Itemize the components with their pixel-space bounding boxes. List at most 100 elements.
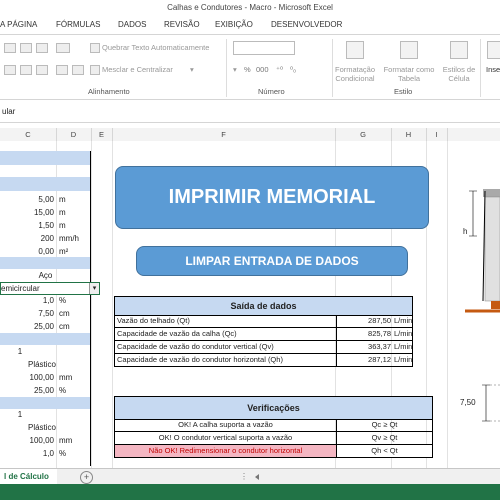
check-row: OK! O condutor vertical suporta a vazão … [114, 432, 433, 445]
wrap-text-icon[interactable] [90, 43, 100, 53]
align-bottom-icon[interactable] [36, 43, 48, 53]
column-header-c[interactable]: C [0, 128, 57, 141]
align-center-icon[interactable] [20, 65, 32, 75]
percent-button[interactable]: % [244, 65, 251, 74]
merge-icon[interactable] [90, 65, 100, 75]
formula-bar[interactable]: ular [0, 104, 500, 123]
input-unit: mm [59, 373, 73, 382]
worksheet-grid[interactable]: 5,00 m 15,00 m 1,50 m 200 mm/h 0,00 m² A… [0, 141, 500, 468]
dropdown-arrow-icon[interactable]: ▾ [89, 283, 99, 294]
number-group-label: Número [258, 87, 285, 96]
output-label: Vazão do telhado (Qt) [117, 316, 190, 325]
tab-scroll-icon[interactable]: ⋮ [240, 472, 248, 481]
input-value[interactable]: 1,50 [0, 220, 54, 232]
column-headers: C D E F G H I [0, 128, 500, 142]
currency-icon[interactable]: ▾ [233, 65, 237, 74]
cell-styles-icon[interactable] [450, 41, 468, 59]
status-bar [0, 484, 500, 500]
column-header-i[interactable]: I [426, 128, 448, 141]
styles-group-label: Estilo [394, 87, 413, 96]
merge-center-button[interactable]: Mesclar e Centralizar [102, 65, 173, 74]
conditional-format-icon[interactable] [346, 41, 364, 59]
input-value[interactable]: 100,00 [0, 435, 54, 447]
input-value[interactable]: 5,00 [0, 194, 54, 206]
tab-formulas[interactable]: FÓRMULAS [56, 16, 100, 34]
insert-icon[interactable] [487, 41, 500, 59]
output-row: Capacidade de vazão da calha (Qc) 825,78… [114, 328, 413, 341]
thousands-button[interactable]: 000 [256, 65, 269, 74]
input-value[interactable]: 25,00 [0, 385, 54, 397]
output-label: Capacidade de vazão da calha (Qc) [117, 329, 237, 338]
clear-input-button[interactable]: LIMPAR ENTRADA DE DADOS [136, 246, 408, 276]
input-unit: % [59, 296, 67, 305]
input-value[interactable]: 1,0 [0, 295, 54, 307]
input-value[interactable]: 15,00 [0, 207, 54, 219]
section-header-band [0, 257, 91, 269]
check-row: OK! A calha suporta a vazão Qc ≥ Qt [114, 419, 433, 432]
column-header-g[interactable]: G [335, 128, 392, 141]
print-memorial-button[interactable]: IMPRIMIR MEMORIAL [115, 166, 429, 229]
column-header-f[interactable]: F [112, 128, 336, 141]
input-unit: mm/h [59, 234, 79, 243]
horizontal-count[interactable]: 1 [0, 409, 40, 421]
input-value[interactable]: 0,00 [0, 246, 54, 258]
sheet-tab-bar: l de Cálculo + ⋮ [0, 468, 500, 487]
check-row-fail: Não OK! Redimensionar o condutor horizon… [114, 445, 433, 458]
input-value[interactable]: 1,0 [0, 448, 54, 460]
tab-developer[interactable]: DESENVOLVEDOR [271, 16, 342, 34]
input-value[interactable]: 100,00 [0, 372, 54, 384]
tab-data[interactable]: DADOS [118, 16, 146, 34]
align-right-icon[interactable] [36, 65, 48, 75]
cell-styles-button[interactable]: Estilos de Célula [440, 65, 478, 83]
indent-icon[interactable] [56, 65, 68, 75]
outdent-icon[interactable] [72, 65, 84, 75]
format-table-button[interactable]: Formatar como Tabela [382, 65, 436, 83]
section-header-band [0, 333, 91, 345]
output-value: 363,37 [368, 342, 391, 351]
input-unit: m² [59, 247, 69, 256]
output-value: 287,50 [368, 316, 391, 325]
increase-decimal-icon[interactable]: ⁺⁰ [276, 65, 283, 74]
input-value[interactable]: 25,00 [0, 321, 54, 333]
ribbon: Quebrar Texto Automaticamente Mesclar e … [0, 34, 500, 100]
output-value: 825,78 [368, 329, 391, 338]
align-top-icon[interactable] [4, 43, 16, 53]
output-unit: L/min [394, 342, 413, 351]
tab-view[interactable]: EXIBIÇÃO [215, 16, 253, 34]
vertical-count[interactable]: 1 [0, 346, 40, 358]
number-format-select[interactable] [233, 41, 295, 55]
input-value[interactable]: 200 [0, 233, 54, 245]
ribbon-tabs: A PÁGINA FÓRMULAS DADOS REVISÃO EXIBIÇÃO… [0, 16, 500, 34]
format-table-icon[interactable] [400, 41, 418, 59]
input-value[interactable]: 7,50 [0, 308, 54, 320]
check-message: OK! O condutor vertical suporta a vazão [158, 433, 293, 442]
decrease-decimal-icon[interactable]: ⁰₀ [290, 65, 296, 74]
check-condition: Qh < Qt [337, 445, 432, 457]
tab-page-layout[interactable]: A PÁGINA [0, 16, 37, 34]
gutter-shape-select[interactable]: emicircular ▾ [0, 282, 100, 295]
align-left-icon[interactable] [4, 65, 16, 75]
tab-review[interactable]: REVISÃO [164, 16, 200, 34]
output-row: Capacidade de vazão do condutor vertical… [114, 341, 413, 354]
output-row: Capacidade de vazão do condutor horizont… [114, 354, 413, 367]
wrap-text-button[interactable]: Quebrar Texto Automaticamente [102, 43, 209, 52]
add-sheet-icon[interactable]: + [80, 471, 93, 484]
column-header-d[interactable]: D [56, 128, 92, 141]
merge-dropdown-icon[interactable]: ▾ [190, 65, 194, 74]
output-label: Capacidade de vazão do condutor vertical… [117, 342, 274, 351]
gutter-material[interactable]: Aço [0, 270, 91, 282]
pipe-dimension-diagram [482, 384, 500, 422]
column-header-h[interactable]: H [391, 128, 427, 141]
column-header-e[interactable]: E [91, 128, 113, 141]
scroll-left-icon[interactable] [250, 474, 259, 480]
orientation-icon[interactable] [56, 43, 70, 53]
insert-button[interactable]: Inse [486, 65, 500, 74]
align-middle-icon[interactable] [20, 43, 32, 53]
vertical-material[interactable]: Plástico [0, 359, 56, 371]
conditional-format-button[interactable]: Formatação Condicional [330, 65, 380, 83]
horizontal-material[interactable]: Plástico [0, 422, 56, 434]
output-table-title: Saída de dados [114, 296, 413, 316]
formula-content[interactable]: ular [2, 107, 15, 116]
gutter-section-diagram [465, 189, 500, 313]
input-unit: m [59, 208, 66, 217]
